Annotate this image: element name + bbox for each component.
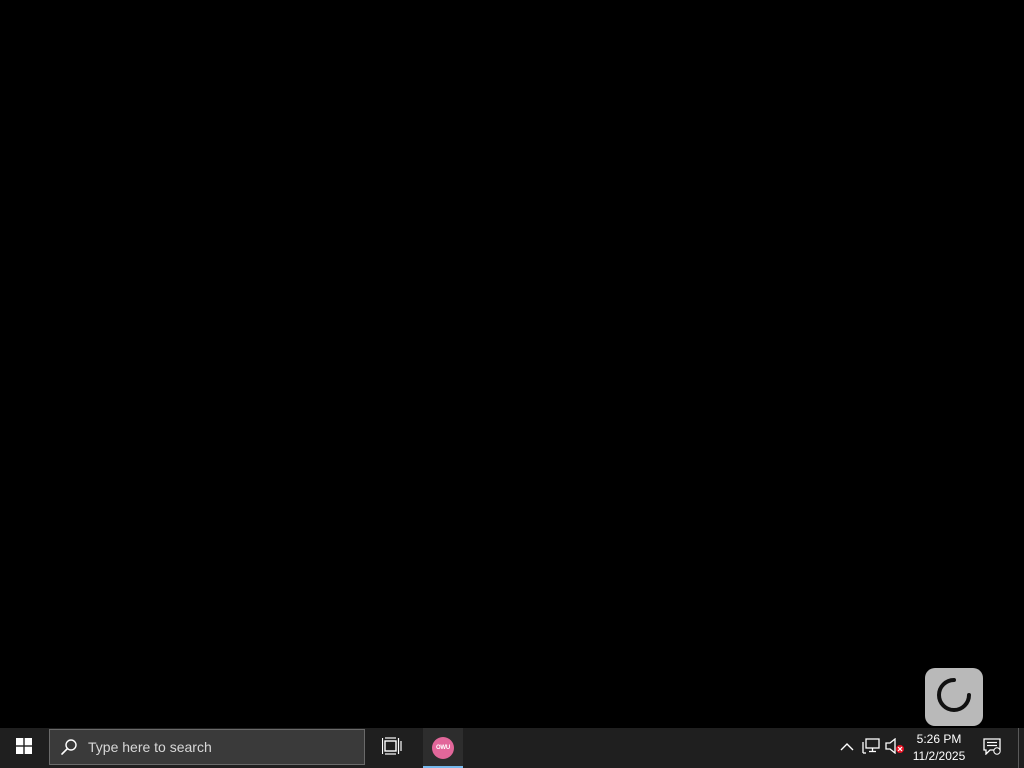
taskbar-app-button[interactable]: OWU bbox=[423, 728, 463, 768]
desktop bbox=[0, 0, 1024, 728]
clock-date: 11/2/2025 bbox=[912, 749, 966, 763]
task-view-button[interactable] bbox=[372, 728, 412, 768]
volume-muted-icon bbox=[885, 737, 905, 759]
search-icon bbox=[60, 738, 78, 756]
windows-logo-icon bbox=[16, 737, 32, 759]
clock-time: 5:26 PM bbox=[916, 732, 962, 746]
show-desktop-button[interactable] bbox=[1018, 728, 1024, 768]
search-box[interactable]: Type here to search bbox=[49, 729, 365, 765]
start-button[interactable] bbox=[0, 728, 48, 768]
chevron-up-icon bbox=[840, 739, 854, 757]
show-hidden-icons-button[interactable] bbox=[836, 728, 858, 768]
volume-button[interactable] bbox=[884, 728, 906, 768]
action-center-button[interactable] bbox=[976, 728, 1008, 768]
network-button[interactable] bbox=[860, 728, 882, 768]
loading-spinner-icon bbox=[935, 676, 973, 719]
notification-icon bbox=[983, 737, 1001, 760]
clock[interactable]: 5:26 PM 11/2/2025 bbox=[908, 728, 970, 768]
task-view-icon bbox=[381, 736, 402, 760]
app-icon: OWU bbox=[432, 737, 454, 759]
loading-indicator bbox=[925, 668, 983, 726]
taskbar: Type here to search OWU 5:26 PM 11/2/202… bbox=[0, 728, 1024, 768]
network-icon bbox=[862, 737, 880, 759]
search-placeholder: Type here to search bbox=[88, 739, 212, 755]
